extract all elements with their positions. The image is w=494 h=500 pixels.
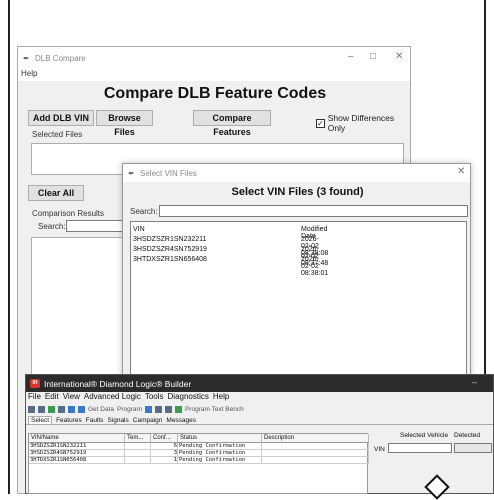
select-vin-dialog: ✒ Select VIN Files ✕ Select VIN Files (3…	[122, 163, 471, 403]
results-search-input[interactable]	[66, 220, 126, 232]
status-cell: Pending Confirmation	[178, 443, 262, 450]
edit-icon[interactable]	[58, 405, 65, 413]
program-text-bench-button[interactable]: Program Text Bench	[185, 406, 244, 413]
menu-bar: Help	[18, 69, 410, 81]
vin-search-input[interactable]	[159, 205, 468, 217]
tab-campaign[interactable]: Campaign	[133, 417, 163, 424]
vin-cell: 3HTDXSZR1SN656408	[29, 457, 125, 464]
modified-date-value: 2026-02-02 08:38:01	[301, 256, 329, 277]
tab-select[interactable]: Select	[28, 416, 53, 424]
show-differences-checkbox[interactable]: ✓ Show Differences Only	[316, 113, 410, 133]
selected-vin-field[interactable]	[388, 443, 452, 453]
program-button[interactable]: Program	[117, 406, 142, 413]
vehicle-table[interactable]: VIN/Name Tem... Conf... Status Descripti…	[28, 433, 369, 494]
status-cell: Pending Confirmation	[178, 450, 262, 457]
comparison-results-label: Comparison Results	[32, 209, 105, 218]
print-icon[interactable]	[68, 405, 75, 413]
menu-help[interactable]: Help	[213, 392, 229, 403]
diamond-logic-titlebar: IH International® Diamond Logic® Builder…	[26, 375, 493, 392]
add-dlb-vin-button[interactable]: Add DLB VIN	[28, 110, 94, 126]
feather-icon: ✒	[23, 54, 30, 63]
selected-vehicle-label: Selected Vehicle	[400, 432, 449, 439]
vin-value: 3HTDXSZR1SN656408	[133, 256, 207, 263]
menu-edit[interactable]: Edit	[45, 392, 59, 403]
template-cell	[125, 443, 151, 450]
document-icon[interactable]	[144, 405, 152, 413]
menu-tools[interactable]: Tools	[145, 392, 164, 403]
save-icon[interactable]	[48, 405, 55, 413]
maximize-icon[interactable]: □	[370, 51, 376, 62]
search-label: Search:	[38, 222, 66, 231]
conf-cell: 1	[151, 457, 178, 464]
template-cell	[125, 457, 151, 464]
tab-features[interactable]: Features	[56, 417, 82, 424]
vin-cell: 3HSDZSZR4SN752919	[29, 450, 125, 457]
menu-diagnostics[interactable]: Diagnostics	[168, 392, 209, 403]
description-cell	[262, 450, 369, 457]
browse-files-button[interactable]: Browse Files	[96, 110, 153, 137]
open-icon[interactable]	[38, 405, 45, 413]
new-icon[interactable]	[28, 405, 35, 413]
select-vin-titlebar: ✒ Select VIN Files ✕	[123, 164, 470, 182]
get-data-button[interactable]: Get Data	[88, 406, 114, 413]
diamond-logic-window: IH International® Diamond Logic® Builder…	[25, 374, 494, 494]
close-icon[interactable]: ✕	[457, 166, 465, 177]
dialog-heading: Select VIN Files (3 found)	[231, 186, 364, 198]
template-cell	[125, 450, 151, 457]
search-label: Search:	[130, 207, 158, 216]
vin-label: VIN	[374, 446, 385, 453]
window-title: DLB Compare	[35, 53, 86, 63]
text-bench-icon[interactable]	[174, 405, 182, 413]
menu-bar: File Edit View Advanced Logic Tools Diag…	[26, 392, 493, 403]
tab-bar: Select Features Faults Signals Campaign …	[26, 415, 493, 425]
column-vin-name[interactable]: VIN/Name	[29, 434, 125, 443]
conf-cell: 3	[151, 450, 178, 457]
column-status[interactable]: Status	[178, 434, 262, 443]
minimize-icon[interactable]: –	[472, 377, 477, 387]
close-icon[interactable]: ✕	[395, 51, 403, 62]
tab-faults[interactable]: Faults	[86, 417, 104, 424]
checkbox-check-icon: ✓	[316, 118, 325, 128]
column-vin: VIN	[133, 226, 145, 233]
description-cell	[262, 457, 369, 464]
menu-file[interactable]: File	[28, 392, 41, 403]
column-template[interactable]: Tem...	[125, 434, 151, 443]
wrench-icon[interactable]	[164, 405, 172, 413]
menu-advanced-logic[interactable]: Advanced Logic	[84, 392, 141, 403]
vin-cell: 3HSDZSZR1SN232211	[29, 443, 125, 450]
international-logo-icon: IH	[30, 379, 40, 388]
vin-value: 3HSDZSZR1SN232211	[133, 236, 207, 243]
toolbar: Get Data Program Program Text Bench	[26, 403, 493, 415]
tab-messages[interactable]: Messages	[166, 417, 196, 424]
desktop-left-edge	[0, 0, 10, 494]
menu-help[interactable]: Help	[21, 69, 37, 78]
tab-signals[interactable]: Signals	[107, 417, 128, 424]
list-header: VIN Modified Date	[133, 226, 327, 240]
dlb-compare-titlebar: ✒ DLB Compare – □ ✕	[18, 47, 410, 69]
connect-icon[interactable]	[78, 405, 85, 413]
menu-view[interactable]: View	[63, 392, 80, 403]
status-cell: Pending Confirmation	[178, 457, 262, 464]
description-cell	[262, 443, 369, 450]
column-configuration[interactable]: Conf...	[151, 434, 178, 443]
list-item[interactable]: 3HTDXSZR1SN656408 2026-02-02 08:38:01	[133, 256, 328, 277]
list-item[interactable]: 3HSDZSZR1SN232211 2026-02-02 08:38:08	[133, 236, 328, 257]
detected-vin-field	[454, 443, 492, 453]
column-description[interactable]: Description	[262, 434, 369, 443]
compare-features-button[interactable]: Compare Features	[193, 110, 271, 137]
page-title: Compare DLB Feature Codes	[103, 85, 327, 102]
clear-all-button[interactable]: Clear All	[28, 185, 84, 201]
dialog-title: Select VIN Files	[140, 168, 197, 178]
list-item[interactable]: 3HSDZSZR4SN752919 2026-02-02 08:37:48	[133, 246, 328, 267]
vin-value: 3HSDZSZR4SN752919	[133, 246, 207, 253]
feather-icon: ✒	[128, 169, 135, 178]
selected-files-label: Selected Files	[32, 130, 83, 139]
show-differences-label: Show Differences Only	[327, 113, 395, 133]
detected-label: Detected	[454, 432, 481, 439]
conf-cell: 6	[151, 443, 178, 450]
tool-icon[interactable]	[154, 405, 162, 413]
minimize-icon[interactable]: –	[348, 51, 354, 62]
window-title: International® Diamond Logic® Builder	[44, 378, 192, 389]
